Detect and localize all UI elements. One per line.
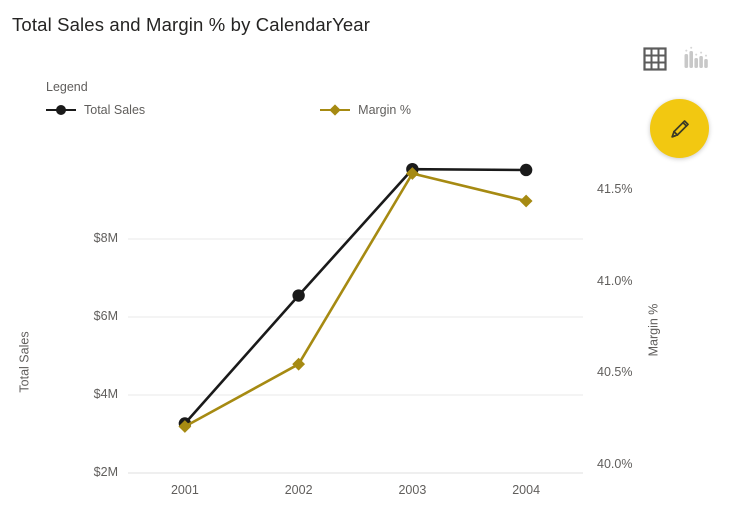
x-axis-tick-2002: 2002 xyxy=(284,483,313,497)
y-axis-left-tick: $2M xyxy=(93,465,118,479)
y-axis-right-tick: 41.5% xyxy=(597,182,633,196)
y-axis-right-tick: 40.0% xyxy=(597,457,633,471)
data-point-total-sales-2004[interactable] xyxy=(519,163,533,177)
y-axis-left-tick: $8M xyxy=(93,231,118,245)
y-axis-right-title: Margin % xyxy=(646,303,661,357)
plot-area xyxy=(128,162,583,474)
data-point-margin-2004[interactable] xyxy=(519,194,533,208)
y-axis-left-title: Total Sales xyxy=(17,331,32,393)
y-axis-left-tick: $4M xyxy=(93,387,118,401)
gridlines xyxy=(128,238,583,474)
data-point-margin-2002[interactable] xyxy=(292,357,306,371)
x-axis-tick-2004: 2004 xyxy=(512,483,541,497)
chart-visual-container: Total Sales and Margin % by CalendarYear xyxy=(0,0,730,519)
data-point-total-sales-2002[interactable] xyxy=(292,289,305,302)
y-axis-left-tick: $6M xyxy=(93,309,118,323)
y-axis-right-tick: 40.5% xyxy=(597,365,633,380)
series-line-total-sales xyxy=(183,167,528,425)
series-layer xyxy=(178,162,533,433)
y-axis-right-tick: 41.0% xyxy=(597,273,633,288)
x-axis-tick-2003: 2003 xyxy=(398,483,427,497)
x-axis-tick-2001: 2001 xyxy=(170,483,199,497)
series-line-margin xyxy=(183,172,528,428)
